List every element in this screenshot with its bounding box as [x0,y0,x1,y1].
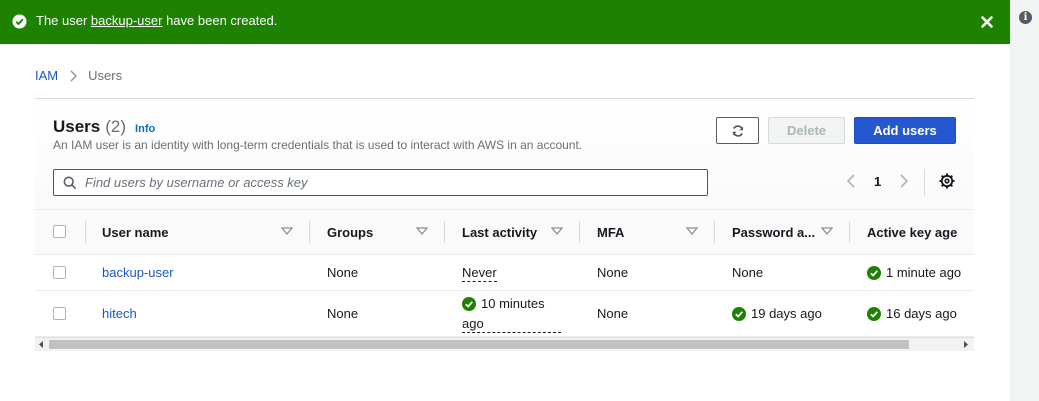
active-key-age-cell: 16 days ago [867,306,957,321]
column-divider [714,221,715,243]
column-divider [579,221,580,243]
column-divider [444,221,445,243]
scrollbar-thumb[interactable] [49,340,909,349]
flash-message: The user backup-user have been created. [36,13,277,28]
last-activity-cell[interactable]: 10 minutes ago [462,296,561,333]
user-name-link[interactable]: hitech [102,306,137,321]
row-checkbox[interactable] [53,307,66,320]
info-icon[interactable]: i [1019,11,1032,24]
panel-header: Users (2) Info An IAM user is an identit… [35,99,974,209]
table-header: User name Groups Last activity MFA Passw… [35,209,974,255]
column-header-active-key-age[interactable]: Active key age [867,210,957,254]
panel-description: An IAM user is an identity with long-ter… [53,138,583,152]
iam-users-page: The user backup-user have been created. … [0,0,1010,401]
info-link[interactable]: Info [135,123,155,135]
scroll-right-icon[interactable] [963,341,969,348]
sort-caret-icon[interactable] [821,227,833,235]
last-activity-cell[interactable]: Never [462,265,497,282]
search-field[interactable] [53,169,708,196]
chevron-left-icon[interactable] [844,172,858,190]
sort-caret-icon[interactable] [416,227,428,235]
sort-caret-icon[interactable] [281,227,293,235]
password-age-cell: 19 days ago [732,306,822,321]
breadcrumb: IAM Users [35,68,122,83]
success-check-icon [12,14,27,29]
row-checkbox[interactable] [53,266,66,279]
flash-prefix: The user [36,13,91,28]
success-check-icon [867,265,881,280]
gear-icon[interactable] [939,173,955,189]
groups-cell: None [327,265,359,280]
pagination-divider [924,169,925,196]
table-row[interactable]: backup-user None Never None None 1 minut… [35,255,974,291]
panel-title-row: Users (2) Info [53,117,155,137]
delete-button[interactable]: Delete [768,117,845,144]
column-header-last-activity[interactable]: Last activity [462,210,537,254]
user-name-link[interactable]: backup-user [102,265,174,280]
refresh-icon [732,124,743,137]
flash-suffix: have been created. [162,13,278,28]
search-icon [63,176,77,190]
column-divider [309,221,310,243]
success-flashbar: The user backup-user have been created. [0,0,1010,44]
help-panel-rail: i [1010,0,1039,401]
password-age-text: 19 days ago [751,306,822,321]
chevron-right-icon[interactable] [897,172,911,190]
sort-caret-icon[interactable] [686,227,698,235]
search-input[interactable] [85,173,695,192]
last-activity-text: 10 minutes [481,296,545,311]
last-activity-line1: 10 minutes [462,296,545,311]
pagination: 1 [844,172,911,190]
success-check-icon [732,306,746,321]
breadcrumb-iam-link[interactable]: IAM [35,68,58,83]
close-icon[interactable] [979,14,995,30]
column-header-mfa[interactable]: MFA [597,210,624,254]
success-check-icon [867,306,881,321]
scroll-left-icon[interactable] [38,341,44,348]
success-check-icon [462,296,476,311]
last-activity-text-line2: ago [462,315,484,331]
table-row[interactable]: hitech None 10 minutes ago None 19 days … [35,291,974,337]
chevron-right-icon [70,70,78,81]
sort-caret-icon[interactable] [551,227,563,235]
users-count: (2) [105,117,127,136]
flash-user-link[interactable]: backup-user [91,13,163,28]
groups-cell: None [327,306,359,321]
password-age-cell: None [732,265,764,280]
users-panel: Users (2) Info An IAM user is an identit… [35,98,974,351]
page-title: Users [53,117,101,136]
add-users-button[interactable]: Add users [854,117,956,144]
column-header-password-age[interactable]: Password a... [732,210,815,254]
mfa-cell: None [597,306,629,321]
active-key-age-cell: 1 minute ago [867,265,961,280]
column-header-user-name[interactable]: User name [102,210,168,254]
column-divider [85,221,86,243]
breadcrumb-current: Users [88,68,123,83]
horizontal-scrollbar[interactable] [35,337,974,351]
column-divider [849,221,850,243]
column-header-groups[interactable]: Groups [327,210,373,254]
select-all-checkbox[interactable] [53,225,66,238]
active-key-age-text: 1 minute ago [886,265,962,280]
active-key-age-text: 16 days ago [886,306,957,321]
refresh-button[interactable] [716,117,759,144]
mfa-cell: None [597,265,629,280]
current-page-number[interactable]: 1 [874,174,881,189]
